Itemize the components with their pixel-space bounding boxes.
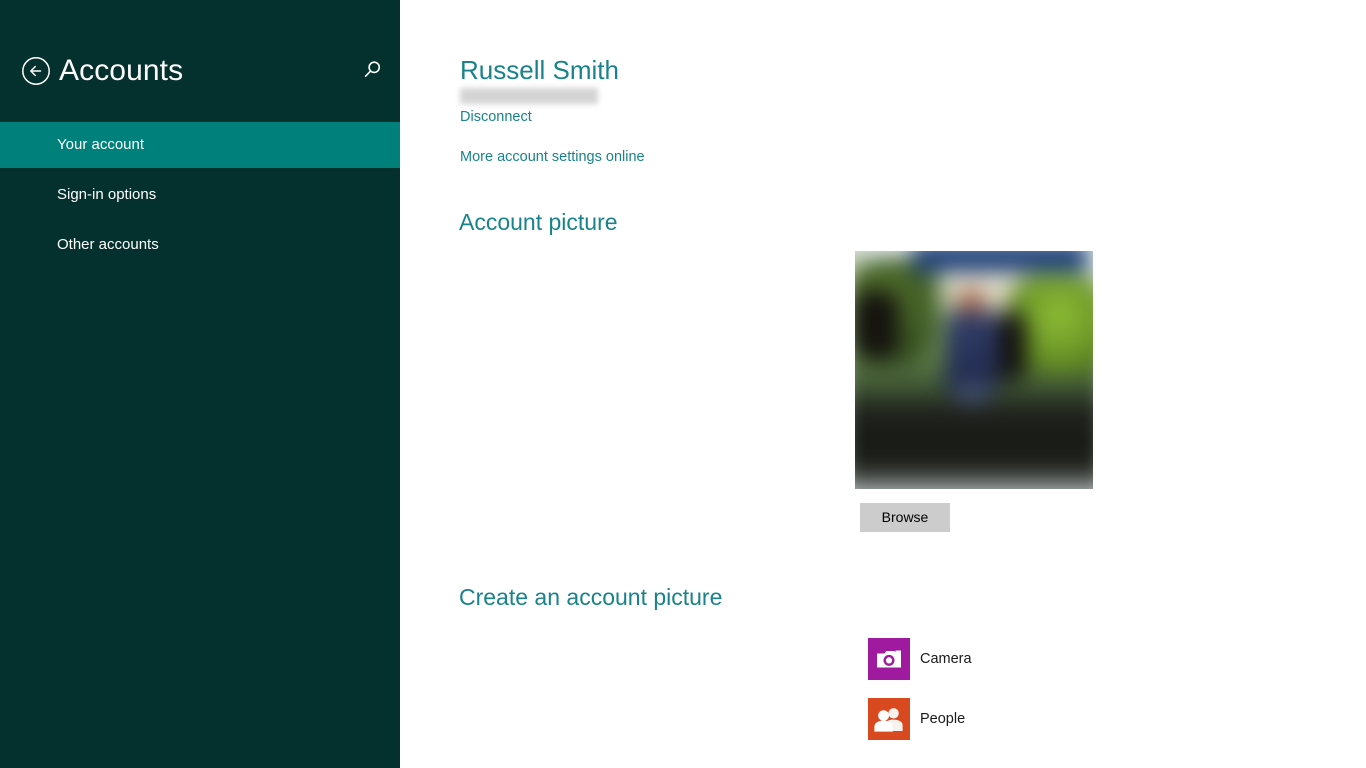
create-picture-app-list: Camera People <box>868 638 972 758</box>
sidebar: Accounts Your account Sign-in options Ot… <box>0 0 400 768</box>
sidebar-header: Accounts <box>0 0 400 120</box>
more-account-settings-online-link[interactable]: More account settings online <box>460 148 645 166</box>
content-panel: Russell Smith Disconnect More account se… <box>400 0 1366 768</box>
app-label: Camera <box>920 651 972 667</box>
app-item-people[interactable]: People <box>868 698 972 740</box>
people-icon <box>868 698 910 740</box>
account-picture-image <box>855 251 1093 489</box>
sidebar-item-sign-in-options[interactable]: Sign-in options <box>0 172 400 218</box>
page-title: Accounts <box>59 54 184 87</box>
account-picture-heading: Account picture <box>459 209 618 235</box>
disconnect-link[interactable]: Disconnect <box>460 108 532 126</box>
back-arrow-icon[interactable] <box>21 56 51 86</box>
pc-settings-accounts-screen: Accounts Your account Sign-in options Ot… <box>0 0 1366 768</box>
account-name: Russell Smith <box>460 55 619 85</box>
redacted-email-field <box>460 88 598 104</box>
sidebar-item-your-account[interactable]: Your account <box>0 122 400 168</box>
app-label: People <box>920 711 966 727</box>
sidebar-item-other-accounts[interactable]: Other accounts <box>0 222 400 268</box>
account-picture-thumbnail[interactable] <box>855 251 1093 489</box>
sidebar-item-label: Sign-in options <box>57 186 157 203</box>
search-icon[interactable] <box>360 58 384 82</box>
sidebar-item-label: Other accounts <box>57 236 159 253</box>
sidebar-item-label: Your account <box>57 136 145 153</box>
browse-button[interactable]: Browse <box>860 503 950 532</box>
sidebar-nav: Your account Sign-in options Other accou… <box>0 122 400 272</box>
app-item-camera[interactable]: Camera <box>868 638 972 680</box>
camera-icon <box>868 638 910 680</box>
create-account-picture-heading: Create an account picture <box>459 584 723 610</box>
